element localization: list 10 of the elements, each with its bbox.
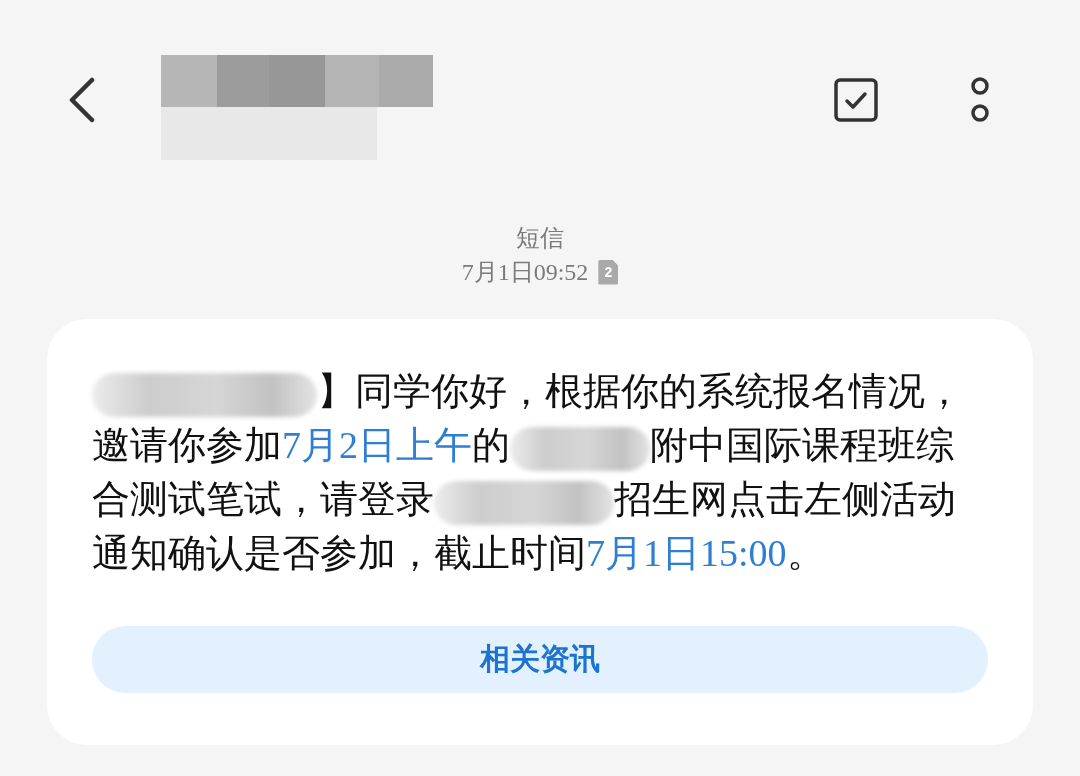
related-info-button[interactable]: 相关资讯	[92, 626, 988, 693]
message-text: 】同学你好，根据你的系统报名情况，邀请你参加7月2日上午的 附中国际课程班综合测试笔试，请登录 招生网点击左侧活动通知确认是否参加，截止时间7月1日15:00。	[92, 369, 964, 576]
message-type-label: 短信	[516, 224, 564, 253]
checkbox-icon[interactable]	[834, 78, 878, 122]
sim-badge: 2	[598, 259, 619, 285]
back-icon[interactable]	[68, 77, 96, 123]
more-icon[interactable]	[970, 77, 990, 123]
date-link[interactable]: 7月1日15:00	[586, 532, 787, 574]
date-link[interactable]: 7月2日上午	[282, 424, 472, 466]
message-timestamp: 7月1日09:52	[461, 258, 589, 287]
